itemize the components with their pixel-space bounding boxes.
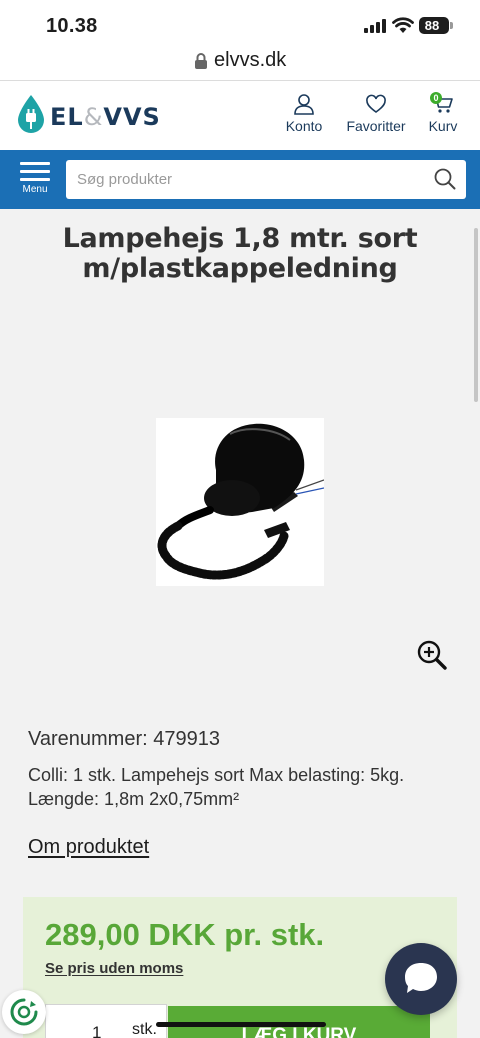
product-sku: Varenummer: 479913 xyxy=(28,728,220,750)
cart-label: Kurv xyxy=(428,118,458,134)
product-price: 289,00 DKK pr. stk. xyxy=(45,917,325,952)
logo-wordmark: EL&VVS xyxy=(50,103,161,131)
product-description: Colli: 1 stk. Lampehejs sort Max belasti… xyxy=(28,765,405,809)
lock-icon xyxy=(195,53,207,69)
nav-bar: Menu xyxy=(0,150,480,209)
user-icon xyxy=(294,94,314,115)
hamburger-icon xyxy=(20,162,50,181)
cart-count-badge: 0 xyxy=(430,92,442,104)
plug-drop-icon xyxy=(18,95,44,133)
cart-link[interactable]: 0 Kurv xyxy=(424,92,462,134)
account-link[interactable]: Konto xyxy=(280,93,328,134)
battery-level: 88 xyxy=(424,18,440,33)
product-title: Lampehejs 1,8 mtr. sort m/plastkappeledn… xyxy=(62,223,418,284)
logo-text-vvs: VVS xyxy=(103,103,161,131)
favorites-link[interactable]: Favoritter xyxy=(342,93,410,134)
status-bar: 10.38 88 xyxy=(0,0,480,44)
account-label: Konto xyxy=(285,118,323,134)
scrollbar-thumb[interactable] xyxy=(474,228,478,402)
logo-ampersand: & xyxy=(83,103,104,131)
status-time: 10.38 xyxy=(46,15,98,37)
cookie-consent-button[interactable] xyxy=(2,990,46,1034)
heart-icon xyxy=(366,94,386,113)
home-indicator xyxy=(156,1022,326,1027)
chat-icon xyxy=(405,963,437,993)
price-ex-vat-link[interactable]: Se pris uden moms xyxy=(45,960,183,977)
quantity-unit: stk. xyxy=(132,1021,157,1038)
wifi-icon xyxy=(392,17,414,33)
browser-url-bar[interactable]: elvvs.dk xyxy=(0,44,480,81)
browser-url[interactable]: elvvs.dk xyxy=(214,49,286,72)
quantity-field[interactable]: 1 stk. xyxy=(45,1004,167,1038)
favorites-label: Favoritter xyxy=(346,118,406,134)
chat-button[interactable] xyxy=(385,943,457,1015)
search-icon[interactable] xyxy=(434,168,456,190)
lamp-pendant-image xyxy=(157,423,325,580)
cookie-icon xyxy=(10,998,38,1026)
search-box xyxy=(66,160,466,199)
search-input[interactable] xyxy=(66,160,426,199)
zoom-in-icon[interactable] xyxy=(417,640,447,670)
about-product-link[interactable]: Om produktet xyxy=(28,836,149,859)
signal-icon xyxy=(364,19,386,33)
menu-label: Menu xyxy=(22,184,48,195)
product-image[interactable] xyxy=(156,418,325,586)
menu-button[interactable]: Menu xyxy=(20,162,50,200)
logo-text-el: EL xyxy=(50,103,84,131)
page: 10.38 88 elvvs.dk EL&VVS Konto Favoritte… xyxy=(0,0,480,1038)
quantity-value[interactable]: 1 xyxy=(92,1023,101,1038)
site-header: EL&VVS Konto Favoritter 0 Kurv xyxy=(0,81,480,150)
battery-icon: 88 xyxy=(419,17,453,34)
